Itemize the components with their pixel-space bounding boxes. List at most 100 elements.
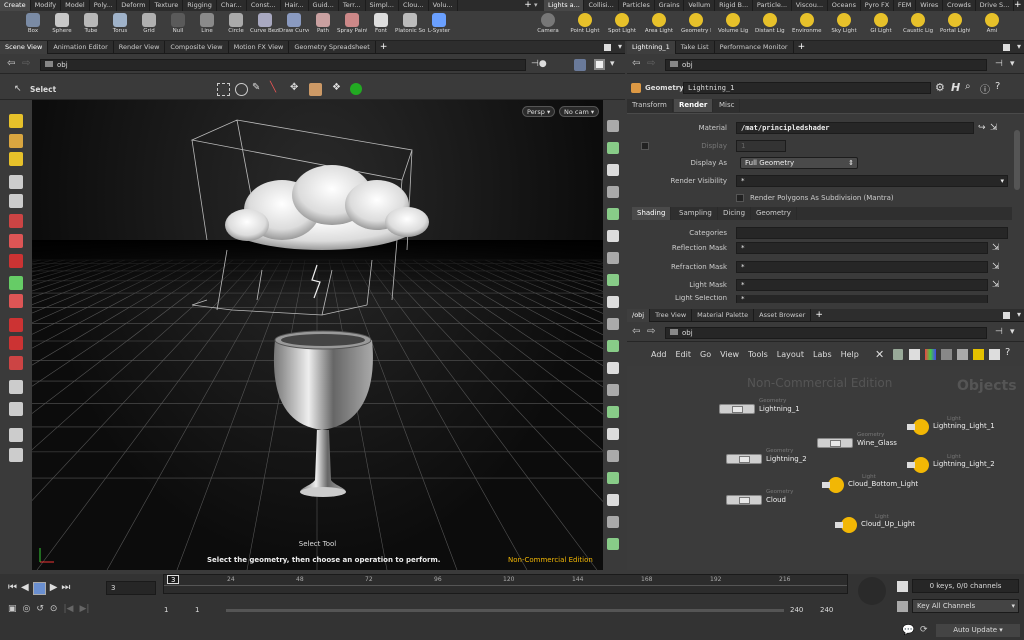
range-end-field[interactable]: 240 — [790, 606, 803, 614]
display-option-icon[interactable] — [607, 164, 619, 176]
shelf-tab[interactable]: Deform — [117, 0, 151, 11]
display-option-icon[interactable] — [607, 384, 619, 396]
network-help-icon[interactable]: ? — [1005, 347, 1010, 358]
tool-strip-icon[interactable] — [9, 152, 23, 166]
key-icon[interactable] — [897, 601, 908, 612]
step-icon[interactable]: ⊙ — [50, 604, 58, 614]
subtab-render[interactable]: Render — [674, 99, 714, 112]
display-option-icon[interactable] — [607, 538, 619, 550]
color-palette-icon[interactable] — [925, 349, 936, 360]
stop-icon[interactable] — [32, 582, 46, 595]
timeline-ruler[interactable]: 24 48 72 96 120 144 168 192 216 3 — [163, 574, 848, 594]
camera-button[interactable]: No cam ▾ — [559, 106, 600, 117]
shelf-tool[interactable]: Box — [18, 13, 48, 41]
viewport-max-icon[interactable] — [594, 59, 605, 70]
range-slider[interactable] — [226, 609, 784, 612]
shelf-tab[interactable]: Char... — [217, 0, 247, 11]
shelf-tab[interactable]: FEM — [894, 0, 917, 11]
shelf-tool[interactable]: Tube — [76, 13, 106, 41]
keys-icon[interactable] — [897, 581, 908, 592]
grid-layout-icon[interactable] — [909, 349, 920, 360]
prev-key-icon[interactable]: |◀ — [63, 604, 73, 614]
network-menu-item[interactable]: Go — [700, 350, 711, 359]
shelf-tab[interactable]: Terr... — [339, 0, 366, 11]
shelf-tab[interactable]: Simpl... — [366, 0, 399, 11]
shelf-tool[interactable]: Sky Light — [829, 13, 859, 41]
shelf-tool[interactable]: Portal Light — [940, 13, 970, 41]
shelf-tab[interactable]: Oceans — [828, 0, 861, 11]
display-option-icon[interactable] — [607, 516, 619, 528]
shelf-tool[interactable]: Sphere — [47, 13, 77, 41]
brush-select-icon[interactable]: ✎ — [252, 82, 260, 93]
subtab-shading[interactable]: Shading — [632, 207, 672, 220]
params-tab[interactable]: Take List — [676, 41, 715, 54]
display-option-icon[interactable] — [607, 362, 619, 374]
network-add-tab-icon[interactable]: + — [811, 309, 823, 321]
subtab-misc[interactable]: Misc — [714, 99, 741, 112]
realtime-toggle[interactable] — [858, 577, 886, 605]
secure-selection-icon[interactable] — [350, 83, 362, 95]
shelf-tool[interactable]: Point Light — [570, 13, 600, 41]
shelf-tab[interactable]: Pyro FX — [861, 0, 894, 11]
display-option-icon[interactable] — [607, 274, 619, 286]
shelf-menu-icon[interactable]: ▾ — [534, 0, 544, 11]
network-tab[interactable]: Material Palette — [692, 309, 755, 322]
network-maximize-icon[interactable] — [1003, 312, 1010, 319]
tree-icon[interactable] — [893, 349, 903, 360]
shelf-tab[interactable]: Rigging — [183, 0, 217, 11]
subtab-dicing[interactable]: Dicing — [718, 207, 752, 220]
network-menu-item[interactable]: Help — [841, 350, 859, 359]
maximize-icon[interactable] — [604, 44, 611, 51]
tool-strip-icon[interactable] — [9, 134, 23, 148]
display-option-icon[interactable] — [607, 230, 619, 242]
select-arrow-icon[interactable]: ↖ — [14, 84, 22, 94]
scene-tab[interactable]: Composite View — [165, 41, 229, 54]
play-reverse-icon[interactable]: ◀ — [21, 582, 29, 595]
display-option-icon[interactable] — [607, 428, 619, 440]
material-field[interactable]: /mat/principledshader — [736, 122, 974, 134]
shelf-tool[interactable]: Path — [308, 13, 338, 41]
display-option-icon[interactable] — [607, 142, 619, 154]
network-menu-item[interactable]: Tools — [748, 350, 768, 359]
chat-icon[interactable]: 💬 — [902, 625, 914, 636]
tool-strip-icon[interactable] — [9, 114, 23, 128]
range-end[interactable]: 240 — [820, 606, 833, 614]
audio-icon[interactable]: ▣ — [8, 604, 17, 614]
params-scrollbar[interactable] — [1014, 130, 1020, 190]
box-select-icon[interactable] — [217, 83, 230, 96]
scene-viewport[interactable]: Persp ▾ No cam ▾ Select Tool Select the … — [32, 100, 603, 570]
go-to-end-icon[interactable]: ⏭ — [61, 582, 70, 595]
params-back-icon[interactable]: ⇦ — [632, 58, 640, 69]
scene-add-tab-icon[interactable]: + — [376, 41, 388, 53]
select-tool-icon[interactable]: ✥ — [290, 82, 298, 93]
play-icon[interactable]: ▶ — [50, 582, 58, 595]
network-pin-icon[interactable]: ⊣ — [995, 327, 1003, 337]
lightmask-field[interactable]: * — [736, 279, 988, 291]
network-back-icon[interactable]: ⇦ — [632, 326, 640, 337]
shelf-tool[interactable]: Spray Paint — [337, 13, 367, 41]
gear-icon[interactable]: ⚙ — [935, 81, 945, 94]
realtime-icon[interactable]: ◎ — [23, 604, 31, 614]
display-option-icon[interactable] — [607, 296, 619, 308]
shelf-tool[interactable]: Spot Light — [607, 13, 637, 41]
shape-palette-icon[interactable] — [941, 349, 952, 360]
shelf-tool[interactable]: Circle — [221, 13, 251, 41]
params-options-icon[interactable]: ▾ — [1010, 59, 1015, 69]
back-arrow-icon[interactable]: ⇦ — [7, 58, 15, 69]
range-start-field[interactable]: 1 — [195, 606, 199, 614]
search-icon[interactable]: ⌕ — [965, 81, 971, 92]
shelf-tab[interactable]: Modify — [31, 0, 62, 11]
refresh-icon[interactable]: ⟳ — [920, 625, 928, 635]
pin-icon[interactable]: ⊣● — [531, 59, 547, 69]
shelf-tab[interactable]: Particle... — [753, 0, 792, 11]
tool-strip-icon[interactable] — [9, 402, 23, 416]
frame-field[interactable]: 3 — [106, 581, 156, 595]
laser-select-icon[interactable]: ╲ — [270, 82, 276, 93]
shelf-tab[interactable]: Viscou... — [792, 0, 828, 11]
shelf-tool[interactable]: Null — [163, 13, 193, 41]
scene-tab[interactable]: Scene View — [0, 41, 49, 54]
shelf-tool[interactable]: Platonic Solids — [395, 13, 425, 41]
shelf-tool[interactable]: Ami — [977, 13, 1007, 41]
shelf-tool[interactable]: Curve Bezier — [250, 13, 280, 41]
loop-icon[interactable]: ↺ — [36, 604, 44, 614]
